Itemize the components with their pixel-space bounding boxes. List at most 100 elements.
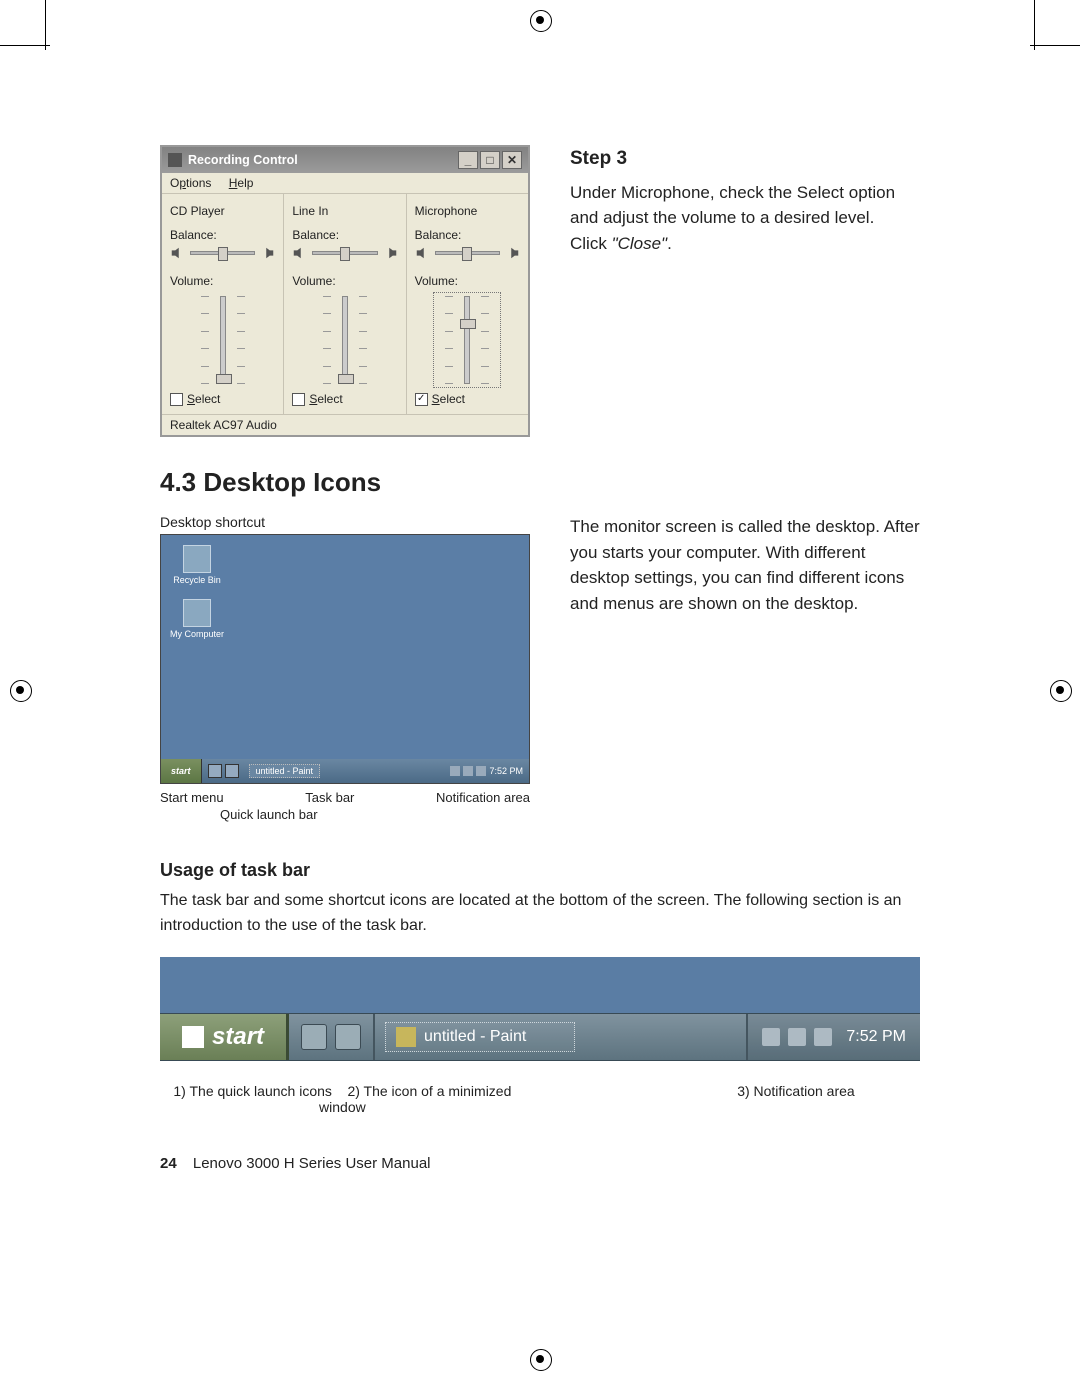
desktop-callouts-row1: Start menu Task bar Notification area (160, 790, 530, 805)
balance-label: Balance: (170, 228, 275, 242)
callout-task-bar: Task bar (305, 790, 354, 805)
quick-launch-small (202, 764, 245, 778)
registration-mark-bottom (530, 1349, 550, 1369)
balance-slider[interactable] (170, 244, 275, 268)
paint-icon (396, 1027, 416, 1047)
app-icon (168, 153, 182, 167)
tray-icon[interactable] (788, 1028, 806, 1046)
channel-microphone: Microphone Balance: Volume: (407, 194, 528, 414)
windows-flag-icon (182, 1026, 204, 1048)
crop-mark (1030, 45, 1080, 46)
window-title: Recording Control (188, 153, 298, 167)
mixer-body: CD Player Balance: Volume: (162, 194, 528, 414)
select-label: Select (309, 392, 342, 406)
section-heading: 4.3 Desktop Icons (160, 467, 920, 498)
tray-icon[interactable] (762, 1028, 780, 1046)
status-bar: Realtek AC97 Audio (162, 414, 528, 435)
usage-paragraph: The task bar and some shortcut icons are… (160, 889, 920, 939)
callout-quick-launch: Quick launch bar (160, 807, 530, 822)
channel-name: Microphone (415, 204, 520, 218)
desktop-icon-my-computer[interactable]: My Computer (167, 599, 227, 639)
volume-label: Volume: (415, 274, 520, 288)
select-label: Select (187, 392, 220, 406)
speaker-right-icon (506, 246, 520, 260)
select-checkbox[interactable]: ✓ (415, 393, 428, 406)
step3-body1: Under Microphone, check the Select optio… (570, 180, 920, 231)
balance-label: Balance: (292, 228, 397, 242)
taskbar-callouts: 1) The quick launch icons 2) The icon of… (160, 1083, 920, 1115)
clock-large: 7:52 PM (846, 1028, 906, 1046)
callout-ql: 1) The quick launch icons (173, 1083, 332, 1099)
balance-slider[interactable] (415, 244, 520, 268)
window-menubar: Options Help (162, 173, 528, 194)
desktop-paragraph: The monitor screen is called the desktop… (570, 514, 920, 616)
desktop-icon-recycle-bin[interactable]: Recycle Bin (167, 545, 227, 585)
taskbar-small: start untitled - Paint (161, 759, 529, 783)
window-titlebar[interactable]: Recording Control _ □ ✕ (162, 147, 528, 173)
tray-icon[interactable] (476, 766, 486, 776)
maximize-button[interactable]: □ (480, 151, 500, 169)
balance-slider[interactable] (292, 244, 397, 268)
page-number: 24 (160, 1155, 177, 1172)
registration-mark-right (1050, 680, 1070, 700)
caption-desktop-shortcut: Desktop shortcut (160, 514, 530, 530)
my-computer-icon (183, 599, 211, 627)
callout-notification-area: 3) Notification area (707, 1083, 920, 1115)
ql-ie-icon[interactable] (301, 1024, 327, 1050)
usage-heading: Usage of task bar (160, 860, 920, 881)
tray-icon[interactable] (463, 766, 473, 776)
crop-mark (45, 0, 46, 50)
quick-launch-large (289, 1014, 375, 1060)
ql-icon[interactable] (208, 764, 222, 778)
select-checkbox[interactable] (170, 393, 183, 406)
callout-notification-area: Notification area (436, 790, 530, 805)
crop-mark (0, 45, 50, 46)
taskbar-tasks-large: untitled - Paint (375, 1014, 746, 1060)
tray-small: 7:52 PM (444, 766, 529, 776)
taskbar-tasks-small: untitled - Paint (245, 764, 445, 778)
recycle-bin-icon (183, 545, 211, 573)
tray-large: 7:52 PM (746, 1014, 920, 1060)
channel-name: Line In (292, 204, 397, 218)
volume-slider[interactable] (315, 296, 375, 384)
ql-icon[interactable] (225, 764, 239, 778)
volume-slider[interactable] (193, 296, 253, 384)
speaker-left-icon (292, 246, 306, 260)
step3-heading: Step 3 (570, 145, 920, 174)
volume-label: Volume: (292, 274, 397, 288)
start-button-small[interactable]: start (161, 759, 202, 783)
volume-label: Volume: (170, 274, 275, 288)
speaker-right-icon (261, 246, 275, 260)
speaker-right-icon (384, 246, 398, 260)
registration-mark-top (530, 10, 550, 30)
crop-mark (1034, 0, 1035, 50)
task-button-small[interactable]: untitled - Paint (249, 764, 321, 778)
menu-options[interactable]: Options (170, 176, 211, 190)
start-button-large[interactable]: start (160, 1014, 289, 1060)
channel-line-in: Line In Balance: Volume: (284, 194, 406, 414)
callout-min-window: 2) The icon of a minimized window (319, 1083, 511, 1115)
select-label: Select (432, 392, 465, 406)
desktop-screenshot: Recycle Bin My Computer start (160, 534, 530, 784)
recording-control-window: Recording Control _ □ ✕ Options Help CD … (160, 145, 530, 437)
ql-desktop-icon[interactable] (335, 1024, 361, 1050)
minimize-button[interactable]: _ (458, 151, 478, 169)
taskbar-large: start untitled - Paint 7:52 PM (160, 1013, 920, 1061)
step3-body2: Click "Close". (570, 231, 920, 257)
clock-small: 7:52 PM (489, 766, 523, 776)
volume-slider[interactable] (437, 296, 497, 384)
speaker-left-icon (170, 246, 184, 260)
footer-title: Lenovo 3000 H Series User Manual (193, 1155, 431, 1172)
close-button[interactable]: ✕ (502, 151, 522, 169)
channel-cd-player: CD Player Balance: Volume: (162, 194, 284, 414)
callout-start-menu: Start menu (160, 790, 224, 805)
tray-icon[interactable] (814, 1028, 832, 1046)
registration-mark-left (10, 680, 30, 700)
channel-name: CD Player (170, 204, 275, 218)
page-footer: 24 Lenovo 3000 H Series User Manual (160, 1155, 920, 1172)
menu-help[interactable]: Help (229, 176, 254, 190)
tray-icon[interactable] (450, 766, 460, 776)
task-button-large[interactable]: untitled - Paint (385, 1022, 575, 1052)
select-checkbox[interactable] (292, 393, 305, 406)
balance-label: Balance: (415, 228, 520, 242)
